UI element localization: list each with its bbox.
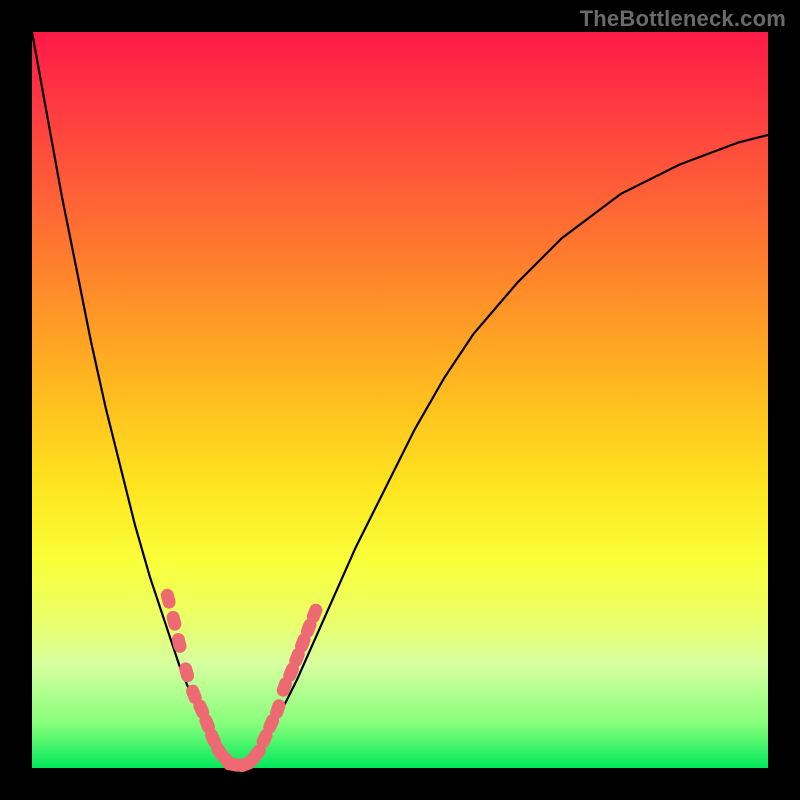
chart-svg — [32, 32, 768, 768]
bottleneck-curve — [32, 32, 768, 764]
data-marker — [171, 632, 188, 655]
watermark-text: TheBottleneck.com — [580, 6, 786, 32]
marker-layer — [159, 587, 324, 774]
data-marker — [178, 661, 196, 684]
data-marker — [159, 587, 177, 610]
